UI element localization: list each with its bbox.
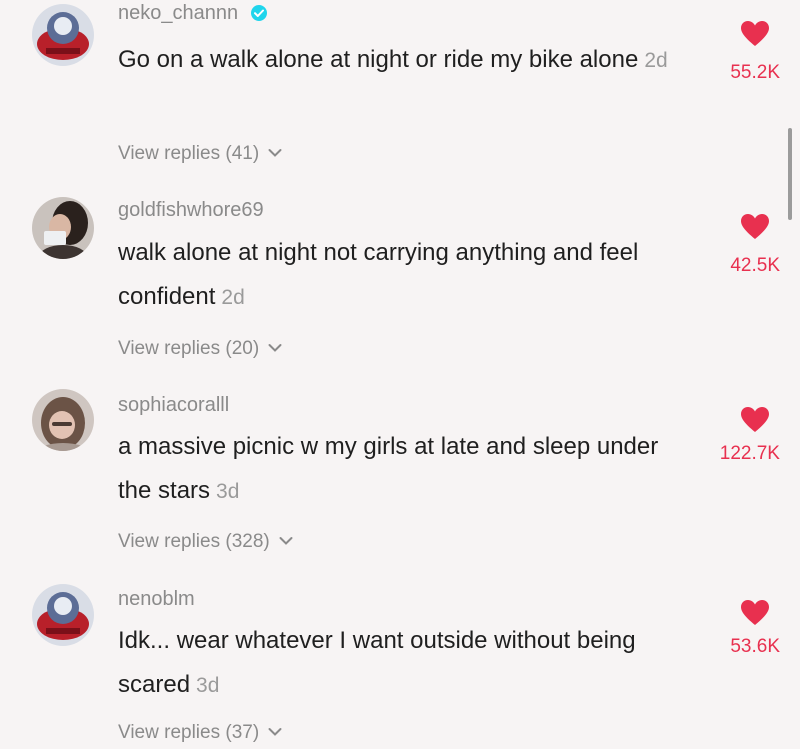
- scrollbar[interactable]: [788, 128, 792, 220]
- avatar[interactable]: [32, 197, 94, 259]
- comment-text: Idk... wear whatever I want outside with…: [118, 627, 636, 698]
- like-count: 55.2K: [730, 62, 780, 83]
- like-heart-icon[interactable]: [740, 213, 770, 240]
- like-heart-icon[interactable]: [740, 20, 770, 47]
- comment-age: 3d: [216, 480, 240, 503]
- comment-age: 2d: [221, 286, 245, 309]
- chevron-down-icon: [268, 728, 282, 736]
- comment-text: walk alone at night not carrying anythin…: [118, 239, 639, 310]
- like-heart-icon[interactable]: [740, 599, 770, 626]
- comment-age: 3d: [196, 674, 220, 697]
- like-count: 53.6K: [730, 636, 780, 657]
- like-count: 122.7K: [719, 443, 780, 464]
- username[interactable]: sophiacoralll: [118, 394, 229, 417]
- comment-text: Go on a walk alone at night or ride my b…: [118, 46, 668, 73]
- view-replies-button[interactable]: View replies (41): [118, 143, 282, 165]
- username[interactable]: goldfishwhore69: [118, 199, 264, 222]
- chevron-down-icon: [268, 344, 282, 352]
- avatar[interactable]: [32, 4, 94, 66]
- chevron-down-icon: [279, 537, 293, 545]
- username[interactable]: neko_channn: [118, 2, 268, 25]
- comment-text: a massive picnic w my girls at late and …: [118, 433, 659, 504]
- comment-age: 2d: [644, 49, 668, 72]
- view-replies-button[interactable]: View replies (328): [118, 531, 293, 553]
- avatar[interactable]: [32, 584, 94, 646]
- view-replies-button[interactable]: View replies (37): [118, 722, 282, 744]
- chevron-down-icon: [268, 149, 282, 157]
- view-replies-button[interactable]: View replies (20): [118, 338, 282, 360]
- like-count: 42.5K: [730, 255, 780, 276]
- username[interactable]: nenoblm: [118, 588, 195, 611]
- like-heart-icon[interactable]: [740, 406, 770, 433]
- avatar[interactable]: [32, 389, 94, 451]
- verified-icon: [250, 5, 267, 21]
